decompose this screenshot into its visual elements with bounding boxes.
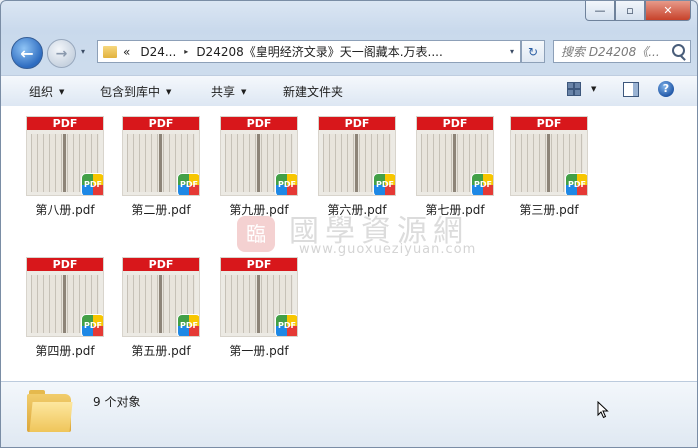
page-gutter (355, 134, 358, 192)
file-item[interactable]: PDF PDF 第一册.pdf (213, 257, 305, 359)
file-name: 第四册.pdf (35, 344, 95, 358)
close-button[interactable]: ✕ (645, 1, 691, 21)
file-item[interactable]: PDF PDF 第三册.pdf (503, 116, 595, 218)
file-item[interactable]: PDF PDF 第四册.pdf (19, 257, 111, 359)
refresh-button[interactable]: ↻ (521, 40, 545, 63)
pdf-app-icon: PDF (177, 173, 199, 195)
breadcrumb-segment-current[interactable]: D24208《皇明经济文录》天一阁藏本.万表.... (196, 43, 443, 60)
pdf-thumbnail: PDF PDF (510, 116, 588, 196)
search-icon[interactable] (672, 44, 685, 57)
pdf-banner: PDF (123, 258, 199, 271)
chevron-down-icon: ▼ (166, 88, 172, 96)
chevron-down-icon: ▼ (59, 88, 65, 96)
caption-buttons: — ▫ ✕ (585, 1, 691, 21)
folder-icon (103, 45, 117, 58)
pdf-thumbnail: PDF PDF (26, 116, 104, 196)
file-item[interactable]: PDF PDF 第五册.pdf (115, 257, 207, 359)
page-gutter (159, 134, 162, 192)
back-button[interactable]: ← (11, 37, 43, 69)
page-gutter (257, 275, 260, 333)
file-name: 第三册.pdf (519, 203, 579, 217)
organize-label: 组织 (29, 85, 54, 99)
folder-icon (27, 390, 73, 432)
maximize-button[interactable]: ▫ (615, 1, 645, 21)
mouse-cursor-icon (597, 400, 609, 422)
pdf-thumbnail: PDF PDF (220, 116, 298, 196)
pdf-app-icon: PDF (471, 173, 493, 195)
pdf-banner: PDF (221, 117, 297, 130)
pdf-thumbnail: PDF PDF (122, 116, 200, 196)
file-name: 第八册.pdf (35, 203, 95, 217)
pdf-app-icon: PDF (565, 173, 587, 195)
page-gutter (63, 134, 66, 192)
command-bar: 组织 ▼ 包含到库中 ▼ 共享 ▼ 新建文件夹 ▼ ? (1, 75, 697, 107)
address-dropdown-icon[interactable]: ▾ (510, 47, 514, 56)
file-item[interactable]: PDF PDF 第六册.pdf (311, 116, 403, 218)
refresh-icon: ↻ (527, 44, 539, 59)
include-in-library-label: 包含到库中 (100, 85, 161, 99)
search-box[interactable]: 搜索 D24208《... (553, 40, 691, 63)
file-name: 第一册.pdf (229, 344, 289, 358)
pdf-thumbnail: PDF PDF (416, 116, 494, 196)
file-name: 第七册.pdf (425, 203, 485, 217)
include-in-library-menu[interactable]: 包含到库中 ▼ (100, 83, 171, 100)
pdf-app-icon: PDF (275, 314, 297, 336)
share-menu[interactable]: 共享 ▼ (211, 83, 246, 100)
recent-pages-dropdown[interactable]: ▾ (81, 47, 85, 56)
pdf-thumbnail: PDF PDF (26, 257, 104, 337)
help-icon[interactable]: ? (658, 81, 674, 97)
watermark-seal: 臨 (237, 216, 275, 252)
back-arrow-icon: ← (20, 43, 34, 63)
page-gutter (453, 134, 456, 192)
pdf-banner: PDF (417, 117, 493, 130)
page-gutter (257, 134, 260, 192)
forward-arrow-icon: → (55, 45, 68, 62)
details-pane: 9 个对象 (1, 381, 697, 447)
watermark-url: www.guoxueziyuan.com (299, 242, 477, 257)
preview-pane-icon[interactable] (623, 82, 639, 97)
new-folder-button[interactable]: 新建文件夹 (283, 83, 343, 100)
minimize-button[interactable]: — (585, 1, 615, 21)
pdf-banner: PDF (511, 117, 587, 130)
chevron-down-icon: ▼ (241, 88, 247, 96)
breadcrumb-separator-icon[interactable]: ▸ (184, 47, 188, 56)
page-gutter (159, 275, 162, 333)
pdf-banner: PDF (221, 258, 297, 271)
pdf-banner: PDF (123, 117, 199, 130)
page-gutter (547, 134, 550, 192)
file-name: 第六册.pdf (327, 203, 387, 217)
file-name: 第五册.pdf (131, 344, 191, 358)
pdf-banner: PDF (319, 117, 395, 130)
pdf-app-icon: PDF (373, 173, 395, 195)
item-count: 9 个对象 (93, 395, 141, 409)
pdf-banner: PDF (27, 117, 103, 130)
file-item[interactable]: PDF PDF 第八册.pdf (19, 116, 111, 218)
share-label: 共享 (211, 85, 236, 99)
pdf-thumbnail: PDF PDF (318, 116, 396, 196)
address-bar[interactable]: « D24... ▸ D24208《皇明经济文录》天一阁藏本.万表.... ▾ (97, 40, 521, 63)
pdf-app-icon: PDF (275, 173, 297, 195)
page-gutter (63, 275, 66, 333)
file-name: 第九册.pdf (229, 203, 289, 217)
view-options-chevron-icon[interactable]: ▼ (591, 85, 596, 93)
breadcrumb-segment-parent[interactable]: D24... (140, 45, 176, 59)
file-list-view: 臨 國學資源網 www.guoxueziyuan.com PDF PDF 第八册.p… (1, 106, 697, 381)
file-item[interactable]: PDF PDF 第七册.pdf (409, 116, 501, 218)
change-view-icon[interactable] (567, 82, 581, 96)
pdf-app-icon: PDF (81, 173, 103, 195)
pdf-thumbnail: PDF PDF (122, 257, 200, 337)
file-item[interactable]: PDF PDF 第二册.pdf (115, 116, 207, 218)
explorer-window: — ▫ ✕ ← → ▾ « D24... ▸ D24208《皇明经济文录》天一阁… (0, 0, 698, 448)
organize-menu[interactable]: 组织 ▼ (29, 83, 64, 100)
forward-button[interactable]: → (47, 39, 76, 68)
breadcrumb-overflow[interactable]: « (123, 45, 130, 59)
pdf-app-icon: PDF (177, 314, 199, 336)
file-item[interactable]: PDF PDF 第九册.pdf (213, 116, 305, 218)
pdf-app-icon: PDF (81, 314, 103, 336)
file-name: 第二册.pdf (131, 203, 191, 217)
pdf-banner: PDF (27, 258, 103, 271)
pdf-thumbnail: PDF PDF (220, 257, 298, 337)
search-input[interactable]: 搜索 D24208《... (561, 43, 669, 60)
